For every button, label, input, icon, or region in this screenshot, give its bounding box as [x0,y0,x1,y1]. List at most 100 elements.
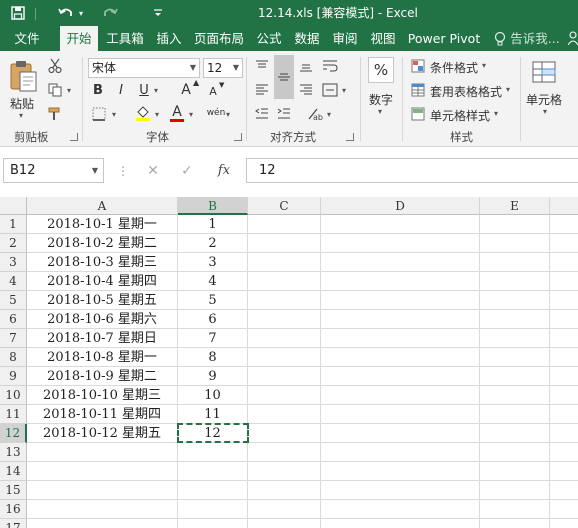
cell-empty[interactable] [248,519,321,528]
cells-dropdown-icon[interactable]: ▾ [543,107,547,116]
cell-b[interactable]: 7 [178,329,248,348]
cell-styles-icon[interactable] [410,106,426,122]
cell-a[interactable]: 2018-10-6 星期六 [27,310,178,329]
column-header-a[interactable]: A [27,197,178,215]
cell-b[interactable]: 3 [178,253,248,272]
cell-empty[interactable] [480,329,550,348]
cell-a[interactable]: 2018-10-3 星期三 [27,253,178,272]
undo-dropdown-icon[interactable]: ▾ [76,3,86,23]
tab-insert[interactable]: 插入 [152,26,186,51]
cell-empty[interactable] [480,291,550,310]
tab-power-pivot[interactable]: Power Pivot [404,26,484,51]
cell-a[interactable]: 2018-10-9 星期二 [27,367,178,386]
tab-toolbox[interactable]: 工具箱 [102,26,148,51]
cell-b[interactable]: 2 [178,234,248,253]
cell-b[interactable] [178,481,248,500]
cell-a[interactable]: 2018-10-11 星期四 [27,405,178,424]
cell-a[interactable] [27,519,178,528]
cell-a[interactable]: 2018-10-5 星期五 [27,291,178,310]
align-right-icon[interactable] [297,81,315,99]
alignment-launcher[interactable] [346,133,354,141]
fill-color-dropdown-icon[interactable]: ▾ [155,110,159,119]
cell-empty[interactable] [248,253,321,272]
decrease-indent-icon[interactable] [253,105,271,123]
cell-b[interactable]: 6 [178,310,248,329]
orientation-dropdown-icon[interactable]: ▾ [327,110,331,119]
cell-b[interactable]: 8 [178,348,248,367]
cell-empty[interactable] [248,215,321,234]
row-header[interactable]: 11 [0,405,27,424]
font-size-select[interactable]: 12 ▼ [203,58,243,78]
cell-empty[interactable] [248,348,321,367]
align-left-icon[interactable] [253,81,271,99]
cell-empty[interactable] [248,481,321,500]
row-header[interactable]: 9 [0,367,27,386]
cell-empty[interactable] [321,481,480,500]
cell-empty[interactable] [321,405,480,424]
column-header-c[interactable]: C [248,197,321,215]
cell-empty[interactable] [550,481,578,500]
cell-empty[interactable] [480,253,550,272]
name-box[interactable]: B12 ▼ [3,158,104,183]
cell-empty[interactable] [321,519,480,528]
cell-empty[interactable] [321,348,480,367]
font-color-dropdown-icon[interactable]: ▾ [189,110,193,119]
cell-empty[interactable] [550,519,578,528]
tell-me-search[interactable]: 告诉我... [510,26,560,51]
cell-empty[interactable] [321,443,480,462]
merge-center-icon[interactable] [320,81,340,99]
borders-dropdown-icon[interactable]: ▾ [112,110,116,119]
cell-empty[interactable] [480,481,550,500]
paste-dropdown-icon[interactable]: ▾ [19,111,23,120]
share-icon[interactable] [567,26,578,51]
copy-icon[interactable] [46,81,64,99]
copy-dropdown-icon[interactable]: ▾ [67,86,71,95]
save-icon[interactable] [8,3,28,23]
cell-empty[interactable] [248,443,321,462]
cell-empty[interactable] [550,443,578,462]
borders-icon[interactable] [90,105,108,123]
column-header-b[interactable]: B [178,197,248,215]
cell-empty[interactable] [480,272,550,291]
fill-color-icon[interactable] [134,103,152,123]
phonetic-dropdown-icon[interactable]: ▾ [226,110,230,119]
cell-empty[interactable] [321,234,480,253]
clipboard-launcher[interactable] [70,133,78,141]
cell-styles-dropdown-icon[interactable]: ▾ [494,109,498,118]
cell-b[interactable] [178,443,248,462]
cell-empty[interactable] [321,215,480,234]
paste-icon[interactable] [8,59,38,97]
tab-view[interactable]: 视图 [366,26,400,51]
cell-a[interactable] [27,443,178,462]
number-format-button[interactable]: % [368,57,394,83]
cell-empty[interactable] [480,367,550,386]
cell-styles-button[interactable]: 单元格样式 [430,107,490,124]
cell-empty[interactable] [480,234,550,253]
font-color-button[interactable]: A [168,103,186,123]
font-name-select[interactable]: 宋体 ▼ [88,58,200,78]
cell-b[interactable] [178,519,248,528]
enter-button[interactable]: ✓ [172,158,202,183]
table-format-icon[interactable] [410,82,426,98]
cell-a[interactable]: 2018-10-1 星期一 [27,215,178,234]
insert-function-button[interactable]: fx [206,158,242,183]
cell-empty[interactable] [550,253,578,272]
tab-data[interactable]: 数据 [290,26,324,51]
cell-empty[interactable] [321,272,480,291]
cell-empty[interactable] [321,310,480,329]
row-header[interactable]: 1 [0,215,27,234]
cell-empty[interactable] [248,272,321,291]
cell-a[interactable] [27,462,178,481]
cell-b[interactable]: 4 [178,272,248,291]
cell-empty[interactable] [321,329,480,348]
cell-a[interactable]: 2018-10-7 星期日 [27,329,178,348]
align-top-icon[interactable] [253,57,271,75]
tab-page-layout[interactable]: 页面布局 [190,26,248,51]
cell-empty[interactable] [248,386,321,405]
cell-empty[interactable] [248,234,321,253]
underline-dropdown-icon[interactable]: ▾ [154,86,158,95]
formula-input[interactable]: 12 [246,158,578,183]
cell-b[interactable]: 5 [178,291,248,310]
cell-b[interactable] [178,462,248,481]
column-header-e[interactable]: E [480,197,550,215]
